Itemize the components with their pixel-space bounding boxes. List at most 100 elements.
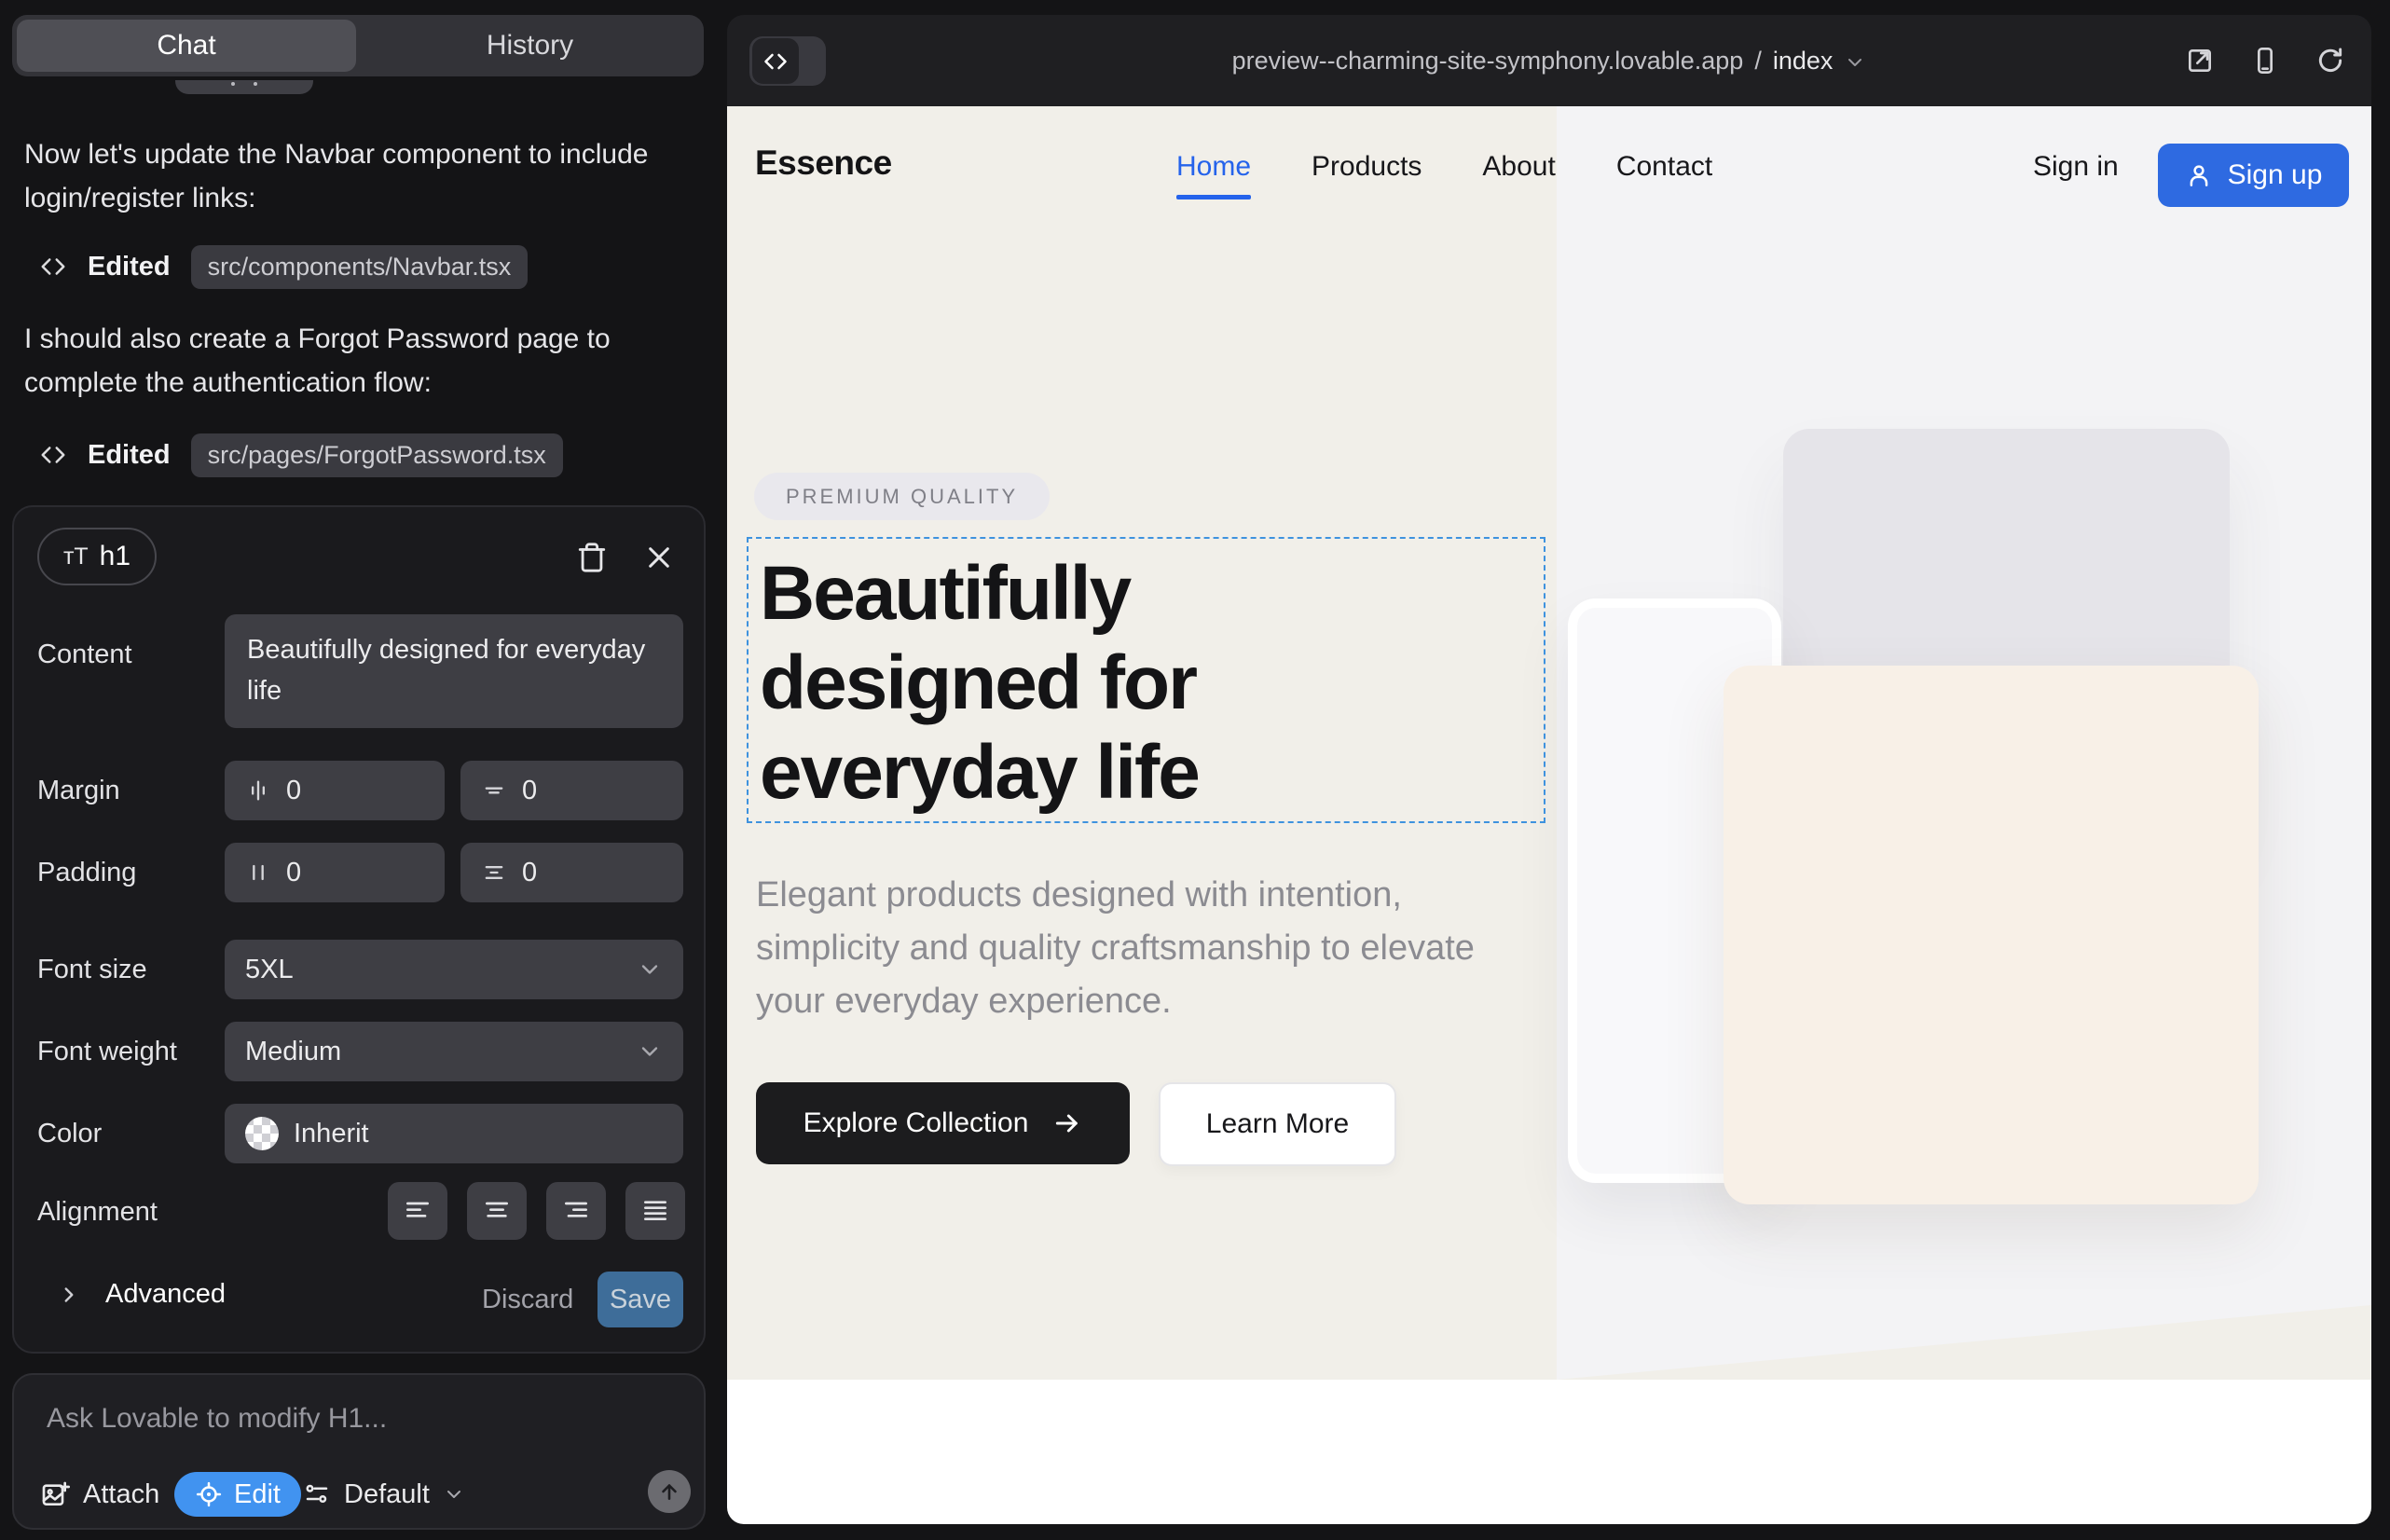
align-left-icon (403, 1196, 433, 1226)
url-page: index (1773, 47, 1834, 76)
hero-heading-line: everyday life (760, 728, 1199, 818)
hero-paragraph: Elegant products designed with intention… (756, 869, 1511, 1028)
chat-message: Now let's update the Navbar component to… (24, 132, 690, 220)
sign-up-label: Sign up (2228, 159, 2323, 191)
content-label: Content (37, 639, 132, 670)
sign-in-link[interactable]: Sign in (2033, 151, 2119, 183)
edited-file-pill[interactable]: src/pages/ForgotPassword.tsx (191, 433, 563, 477)
tab-chat-label: Chat (157, 30, 215, 62)
delete-element-button[interactable] (570, 535, 614, 580)
chevron-down-icon (443, 1483, 465, 1506)
padding-vertical-icon (481, 859, 507, 886)
align-center-icon (482, 1196, 512, 1226)
color-select[interactable]: Inherit (225, 1104, 683, 1163)
save-button[interactable]: Save (598, 1272, 683, 1327)
align-justify-icon (640, 1196, 670, 1226)
padding-x-input[interactable]: 0 (225, 843, 445, 902)
font-size-value: 5XL (245, 955, 294, 985)
edited-file-pill[interactable]: src/components/Navbar.tsx (191, 245, 529, 289)
margin-horizontal-icon (245, 777, 271, 804)
margin-y-input[interactable]: 0 (460, 761, 683, 820)
close-icon (644, 543, 674, 572)
font-size-select[interactable]: 5XL (225, 940, 683, 999)
arrow-right-icon (1052, 1108, 1082, 1138)
tab-history[interactable]: History (356, 15, 704, 76)
nav-link-about[interactable]: About (1482, 151, 1555, 183)
font-size-label: Font size (37, 955, 147, 985)
composer-input[interactable] (45, 1401, 660, 1453)
align-center-button[interactable] (467, 1182, 527, 1240)
font-weight-value: Medium (245, 1037, 341, 1067)
code-icon (39, 441, 67, 469)
element-editor-panel: тT h1 Content Beautifully designed for e… (12, 505, 706, 1354)
chevron-right-icon (57, 1283, 81, 1307)
advanced-toggle[interactable]: Advanced (57, 1279, 226, 1310)
site-logo[interactable]: Essence (755, 144, 892, 183)
sidebar-tabbar: Chat History (12, 15, 704, 76)
open-external-button[interactable] (2185, 46, 2215, 76)
content-value: Beautifully designed for everyday life (247, 629, 661, 711)
tab-chat[interactable]: Chat (17, 20, 356, 72)
element-tag-chip[interactable]: тT h1 (37, 528, 157, 585)
padding-y-input[interactable]: 0 (460, 843, 683, 902)
learn-more-button[interactable]: Learn More (1159, 1082, 1396, 1166)
chevron-down-icon (637, 956, 663, 983)
explore-collection-button[interactable]: Explore Collection (756, 1082, 1130, 1164)
alignment-label: Alignment (37, 1197, 158, 1228)
chat-composer: Attach Edit Default (12, 1373, 706, 1530)
margin-x-input[interactable]: 0 (225, 761, 445, 820)
refresh-button[interactable] (2315, 46, 2345, 76)
close-editor-button[interactable] (637, 535, 681, 580)
align-left-button[interactable] (388, 1182, 447, 1240)
hero-heading[interactable]: Beautifully designed for everyday life (760, 549, 1199, 818)
nav-link-contact[interactable]: Contact (1616, 151, 1712, 183)
chevron-down-icon (637, 1038, 663, 1065)
padding-label: Padding (37, 858, 136, 888)
font-weight-label: Font weight (37, 1037, 177, 1067)
color-swatch-transparent (245, 1117, 279, 1150)
hero-heading-line: Beautifully (760, 549, 1199, 639)
tab-history-label: History (487, 30, 573, 62)
lovable-workspace: Chat History Now let's update the Navbar… (0, 0, 2390, 1540)
margin-y-value: 0 (522, 776, 537, 806)
align-right-button[interactable] (546, 1182, 606, 1240)
align-justify-button[interactable] (625, 1182, 685, 1240)
chat-message: I should also create a Forgot Password p… (24, 317, 690, 405)
url-bar[interactable]: preview--charming-site-symphony.lovable.… (727, 15, 2371, 106)
url-host: preview--charming-site-symphony.lovable.… (1232, 47, 1744, 76)
padding-horizontal-icon (245, 859, 271, 886)
site-nav: Home Products About Contact (1176, 151, 1712, 183)
font-weight-select[interactable]: Medium (225, 1022, 683, 1081)
attach-label: Attach (83, 1479, 159, 1510)
mobile-view-button[interactable] (2250, 46, 2280, 76)
edited-file-row[interactable]: Edited src/components/Navbar.tsx (39, 244, 528, 289)
discard-button[interactable]: Discard (482, 1285, 573, 1315)
attach-button[interactable]: Attach (40, 1472, 159, 1517)
advanced-label: Advanced (105, 1279, 226, 1310)
element-tag: h1 (100, 541, 130, 572)
color-label: Color (37, 1119, 102, 1149)
preview-browser: preview--charming-site-symphony.lovable.… (727, 15, 2371, 1524)
decorative-card-beige (1724, 666, 2259, 1204)
explore-collection-label: Explore Collection (804, 1107, 1029, 1139)
hero-heading-line: designed for (760, 639, 1199, 728)
send-button[interactable] (648, 1470, 691, 1513)
margin-x-value: 0 (286, 776, 301, 806)
target-icon (195, 1480, 223, 1508)
code-icon (39, 253, 67, 281)
url-separator: / (1754, 47, 1762, 76)
clipped-message-pill (175, 80, 313, 94)
edited-file-row[interactable]: Edited src/pages/ForgotPassword.tsx (39, 433, 563, 477)
nav-link-products[interactable]: Products (1312, 151, 1422, 183)
edit-mode-button[interactable]: Edit (174, 1472, 301, 1517)
nav-link-home[interactable]: Home (1176, 151, 1251, 183)
mode-select[interactable]: Default (303, 1472, 465, 1517)
padding-x-value: 0 (286, 858, 301, 888)
sign-up-button[interactable]: Sign up (2158, 144, 2349, 207)
premium-quality-badge: PREMIUM QUALITY (754, 473, 1050, 520)
trash-icon (576, 542, 608, 573)
edited-label: Edited (88, 440, 171, 471)
content-field[interactable]: Beautifully designed for everyday life (225, 614, 683, 728)
active-underline (1176, 195, 1251, 199)
margin-vertical-icon (481, 777, 507, 804)
